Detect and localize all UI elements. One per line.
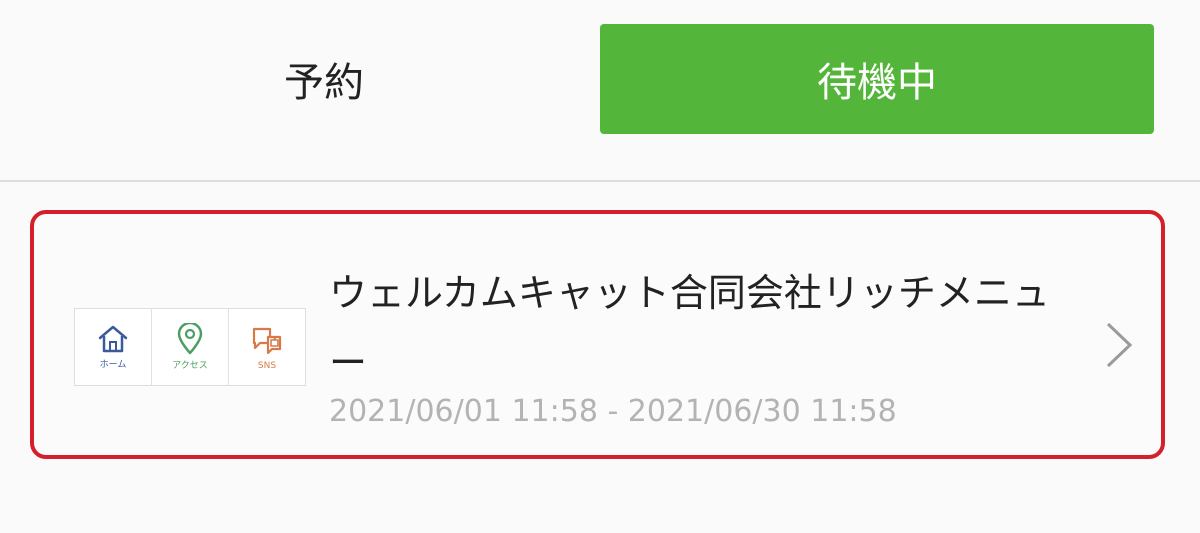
thumbnail-cell-access: アクセス [152, 309, 229, 385]
rich-menu-title: ウェルカムキャット合同会社リッチメニュー [329, 271, 1050, 385]
tab-bar: 予約 待機中 [0, 0, 1200, 180]
thumbnail-cell-home: ホーム [75, 309, 152, 385]
thumbnail-label-access: アクセス [172, 361, 208, 371]
sns-like-icon [252, 327, 282, 355]
tab-reserve[interactable]: 予約 [48, 24, 600, 134]
rich-menu-date-range: 2021/06/01 11:58 - 2021/06/30 11:58 [329, 394, 897, 429]
thumbnail-cell-sns: SNS [229, 309, 305, 385]
chevron-right-icon[interactable] [1102, 320, 1136, 370]
tab-waiting[interactable]: 待機中 [600, 24, 1154, 134]
thumbnail-label-home: ホーム [99, 360, 127, 370]
home-icon [98, 325, 128, 353]
rich-menu-card[interactable]: ホーム アクセス SNS ウェルカムキャット合同会社リッチメニュー 2021/0… [30, 210, 1165, 459]
rich-menu-thumbnail: ホーム アクセス SNS [74, 308, 306, 386]
map-pin-icon [177, 323, 203, 355]
thumbnail-label-sns: SNS [257, 361, 277, 371]
